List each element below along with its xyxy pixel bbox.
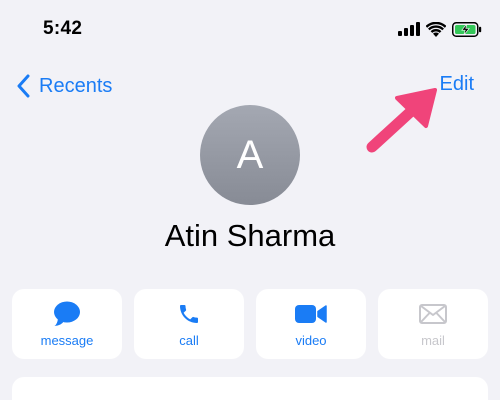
phone-icon: [177, 301, 201, 327]
status-icons: [398, 20, 482, 38]
mail-button[interactable]: mail: [378, 289, 488, 359]
back-button[interactable]: Recents: [16, 72, 112, 100]
message-button-label: message: [40, 333, 94, 348]
message-button[interactable]: message: [12, 289, 122, 359]
battery-charging-icon: [452, 21, 482, 37]
message-bubble-icon: [53, 301, 81, 327]
mail-button-label: mail: [421, 333, 445, 348]
call-button-label: call: [179, 333, 199, 348]
contact-name: Atin Sharma: [164, 218, 336, 253]
call-button[interactable]: call: [134, 289, 244, 359]
video-button[interactable]: video: [256, 289, 366, 359]
avatar-initial: A: [236, 132, 264, 177]
contact-info-card[interactable]: [12, 377, 488, 400]
back-button-label: Recents: [39, 74, 113, 97]
video-camera-icon: [295, 301, 327, 327]
video-button-label: video: [295, 333, 327, 348]
wifi-icon: [426, 21, 446, 37]
envelope-icon: [419, 301, 447, 327]
contact-screen: 5:42 Recents Edit A Atin Sharma message …: [0, 0, 500, 400]
chevron-left-icon: [16, 74, 39, 98]
status-time: 5:42: [43, 18, 83, 39]
avatar: A: [200, 105, 300, 205]
annotation-arrow-icon: [360, 85, 440, 165]
edit-button[interactable]: Edit: [440, 73, 474, 96]
contact-actions: message call video mail: [12, 289, 488, 359]
cellular-signal-icon: [398, 22, 420, 36]
